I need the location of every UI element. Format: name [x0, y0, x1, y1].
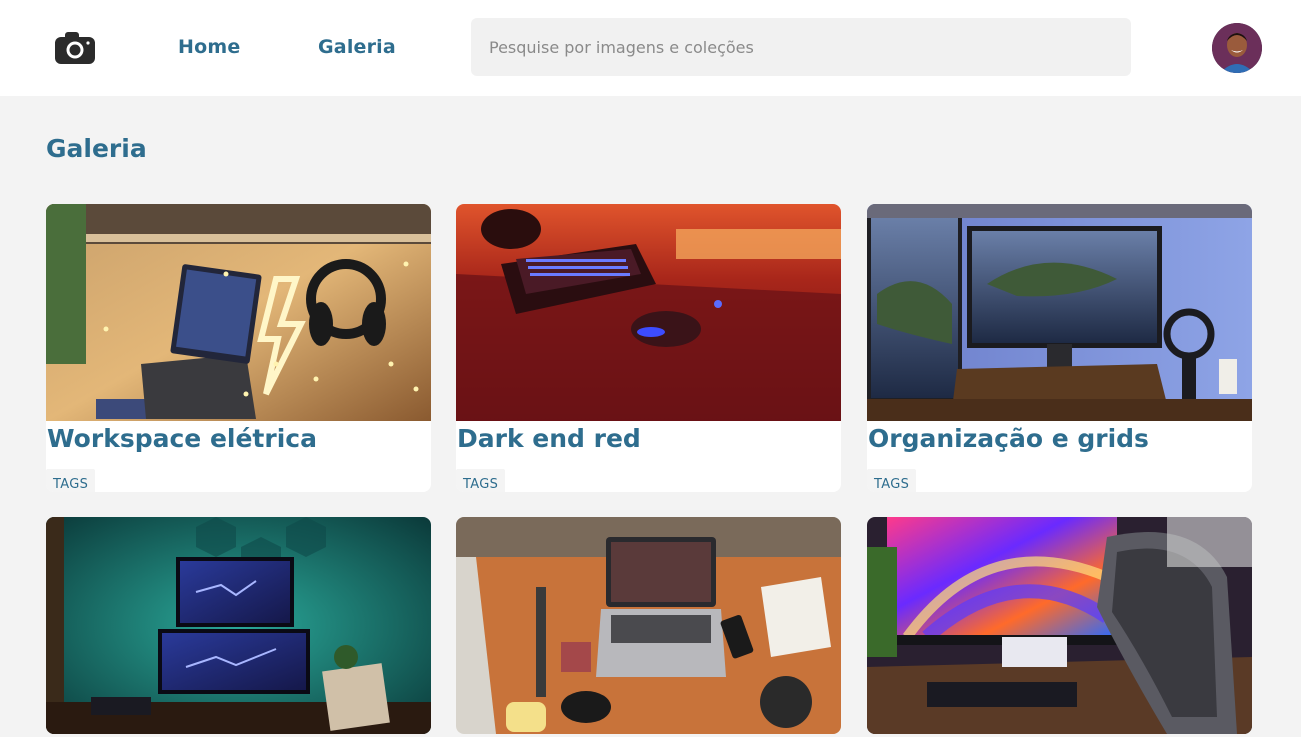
- card-image: [46, 517, 431, 734]
- camera-icon[interactable]: [53, 30, 97, 66]
- gallery-card[interactable]: [456, 517, 841, 734]
- gallery-card[interactable]: Dark end red TAGS: [456, 204, 841, 492]
- gallery-card[interactable]: [867, 517, 1252, 734]
- gallery-card[interactable]: Organização e grids TAGS: [867, 204, 1252, 492]
- tag-badge[interactable]: TAGS: [46, 469, 96, 492]
- nav-home-link[interactable]: Home: [178, 36, 240, 58]
- card-image: [867, 517, 1252, 734]
- tag-badge[interactable]: TAGS: [867, 469, 917, 492]
- card-title[interactable]: Dark end red: [456, 421, 841, 455]
- gallery-card[interactable]: [46, 517, 431, 734]
- tag-badge[interactable]: TAGS: [456, 469, 506, 492]
- top-bar: Home Galeria: [0, 0, 1301, 96]
- card-image: [46, 204, 431, 421]
- page-title: Galeria: [46, 134, 147, 163]
- gallery-card[interactable]: Workspace elétrica TAGS: [46, 204, 431, 492]
- user-avatar[interactable]: [1212, 23, 1262, 73]
- card-image: [456, 204, 841, 421]
- card-image: [867, 204, 1252, 421]
- card-title[interactable]: Organização e grids: [867, 421, 1252, 455]
- search-input[interactable]: [471, 18, 1131, 76]
- nav-gallery-link[interactable]: Galeria: [318, 36, 396, 58]
- card-image: [456, 517, 841, 734]
- card-title[interactable]: Workspace elétrica: [46, 421, 431, 455]
